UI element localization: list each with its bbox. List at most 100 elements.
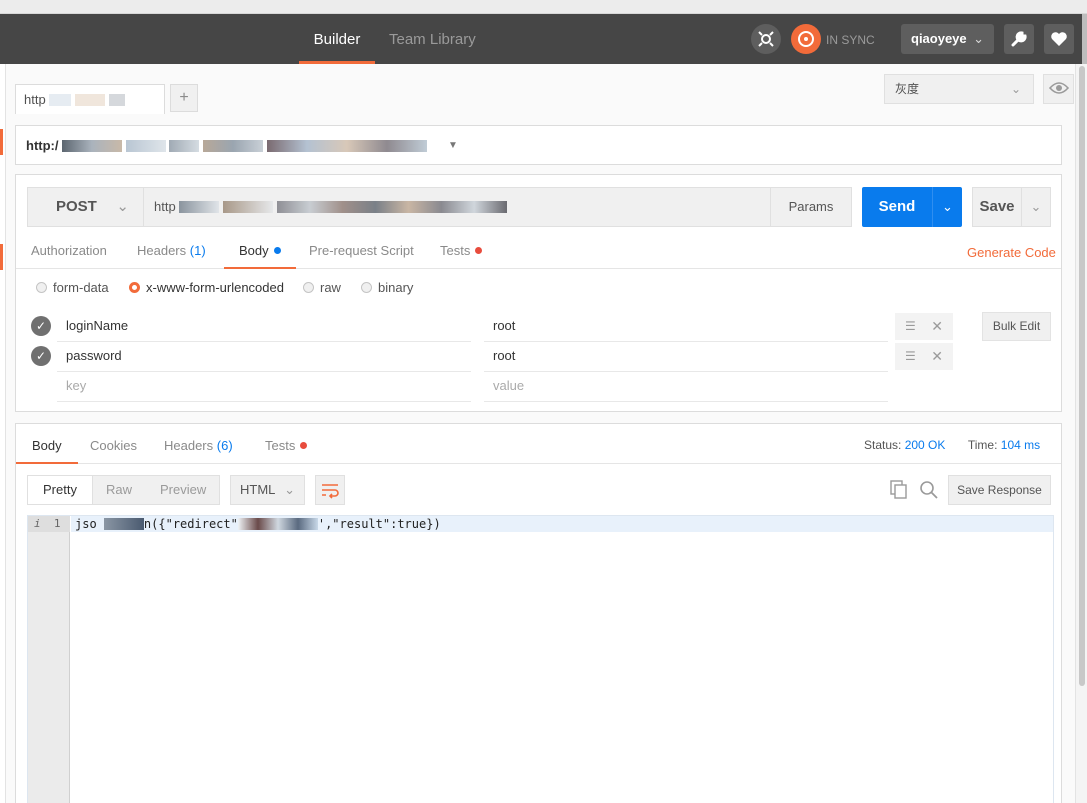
wrap-lines-icon: [322, 484, 339, 499]
sync-status: IN SYNC: [826, 33, 875, 47]
environment-select[interactable]: 灰度 ⌄: [884, 74, 1034, 104]
chevron-down-icon[interactable]: ▼: [448, 126, 458, 166]
code-text: jso: [75, 517, 97, 531]
environment-value: 灰度: [895, 82, 920, 96]
time-value: 104 ms: [1000, 438, 1041, 452]
send-button[interactable]: Send: [862, 187, 932, 227]
redacted-text: [49, 94, 72, 106]
generate-code-link[interactable]: Generate Code: [967, 245, 1056, 260]
new-value-input[interactable]: value: [484, 372, 888, 402]
view-pretty[interactable]: Pretty: [28, 476, 93, 504]
save-response-button[interactable]: Save Response: [948, 475, 1051, 505]
method-select[interactable]: POST ⌄: [27, 187, 144, 227]
redacted-text: [222, 201, 273, 213]
format-select[interactable]: HTML ⌄: [230, 475, 305, 505]
param-row: ✓ password root ☰ ✕: [31, 342, 955, 372]
request-tab[interactable]: http: [15, 84, 165, 114]
tab-authorization[interactable]: Authorization: [31, 237, 107, 269]
response-meta: Status: 200 OK Time: 104 ms: [864, 424, 1040, 466]
radio-label: binary: [378, 280, 414, 295]
response-tab-headers[interactable]: Headers (6): [164, 424, 233, 464]
redacted-text: [169, 140, 200, 152]
chevron-down-icon: ⌄: [1030, 199, 1042, 214]
environment-quick-look-button[interactable]: [1043, 74, 1074, 104]
redacted-text: [74, 94, 105, 106]
request-panel: POST ⌄ http Params Send ⌄ Save ⌄ Authori…: [15, 174, 1062, 412]
interceptor-button[interactable]: [751, 24, 781, 54]
view-preview[interactable]: Preview: [160, 476, 206, 504]
close-icon[interactable]: ✕: [931, 313, 943, 340]
redacted-text: [237, 518, 318, 530]
check-icon[interactable]: ✓: [31, 316, 51, 336]
view-mode-group: Pretty Raw Preview: [27, 475, 220, 505]
check-icon[interactable]: ✓: [31, 346, 51, 366]
tab-pre-request-script[interactable]: Pre-request Script: [309, 237, 414, 269]
tab-tests-label: Tests: [440, 243, 471, 258]
request-url-input[interactable]: http: [144, 187, 772, 227]
param-key-input[interactable]: password: [57, 342, 471, 372]
new-key-input[interactable]: key: [57, 372, 471, 402]
radio-form-data[interactable]: form-data: [36, 279, 109, 297]
save-button[interactable]: Save: [972, 187, 1022, 227]
user-menu-button[interactable]: qiaoyeye ⌄: [901, 24, 994, 54]
line-number: i 1: [28, 516, 70, 532]
wrap-lines-button[interactable]: [315, 475, 345, 505]
headers-count: (1): [189, 243, 206, 258]
menu-icon[interactable]: ☰: [905, 313, 916, 340]
radio-raw[interactable]: raw: [303, 279, 341, 297]
redacted-text: [179, 201, 220, 213]
request-name-bar[interactable]: http:/ ▼: [15, 125, 1062, 165]
tab-builder[interactable]: Builder: [299, 14, 375, 64]
param-row-new: key value: [31, 372, 955, 402]
sync-icon[interactable]: [791, 24, 821, 54]
request-tabs: Authorization Headers (1) Body Pre-reque…: [16, 237, 1061, 269]
tab-team-library[interactable]: Team Library: [389, 14, 476, 64]
send-options-button[interactable]: ⌄: [932, 187, 962, 227]
info-marker: i: [34, 517, 41, 530]
radio-label: x-www-form-urlencoded: [146, 280, 284, 295]
radio-binary[interactable]: binary: [361, 279, 413, 297]
redacted-text: [276, 201, 507, 213]
request-url-value: http: [154, 199, 176, 214]
sidebar-marker: [0, 129, 3, 155]
save-options-button[interactable]: ⌄: [1022, 187, 1051, 227]
close-icon[interactable]: ✕: [931, 343, 943, 370]
params-button[interactable]: Params: [770, 187, 852, 227]
chevron-down-icon: ⌄: [284, 482, 295, 497]
view-raw[interactable]: Raw: [106, 476, 132, 504]
menu-icon[interactable]: ☰: [905, 343, 916, 370]
bulk-edit-button[interactable]: Bulk Edit: [982, 312, 1051, 341]
tab-tests[interactable]: Tests: [440, 237, 483, 269]
param-row-actions: ☰ ✕: [895, 313, 953, 340]
favorite-button[interactable]: [1044, 24, 1074, 54]
param-key-input[interactable]: loginName: [57, 312, 471, 342]
settings-button[interactable]: [1004, 24, 1034, 54]
scrollbar[interactable]: [1075, 64, 1087, 803]
method-value: POST: [56, 198, 97, 215]
tab-body[interactable]: Body: [224, 237, 296, 269]
code-text: n({"redirect": [143, 517, 238, 531]
response-tab-tests[interactable]: Tests: [265, 424, 308, 464]
radio-x-www-form-urlencoded[interactable]: x-www-form-urlencoded: [129, 279, 284, 297]
username: qiaoyeye: [911, 31, 967, 46]
copy-icon[interactable]: [890, 480, 908, 500]
wrench-icon: [1011, 31, 1027, 47]
header-edge: [1082, 14, 1087, 64]
format-value: HTML: [240, 482, 276, 497]
line-number-value: 1: [53, 517, 61, 530]
new-tab-button[interactable]: +: [170, 84, 198, 112]
response-tab-cookies[interactable]: Cookies: [90, 424, 137, 464]
code-line[interactable]: jso n({"redirect" ',"result":true}): [71, 516, 1053, 532]
tab-headers[interactable]: Headers (1): [137, 237, 206, 269]
response-tab-body[interactable]: Body: [16, 424, 78, 464]
status-value: 200 OK: [904, 438, 946, 452]
search-icon[interactable]: [919, 480, 939, 500]
scrollbar-thumb[interactable]: [1079, 66, 1085, 686]
param-value-input[interactable]: root: [484, 342, 888, 372]
param-row: ✓ loginName root ☰ ✕: [31, 312, 955, 342]
tests-indicator-dot: [475, 247, 483, 254]
radio-circle: [361, 282, 372, 293]
request-name-value: http:/: [26, 138, 59, 153]
param-value-input[interactable]: root: [484, 312, 888, 342]
response-body-editor[interactable]: i 1 jso n({"redirect" ',"result":true}): [27, 515, 1054, 803]
